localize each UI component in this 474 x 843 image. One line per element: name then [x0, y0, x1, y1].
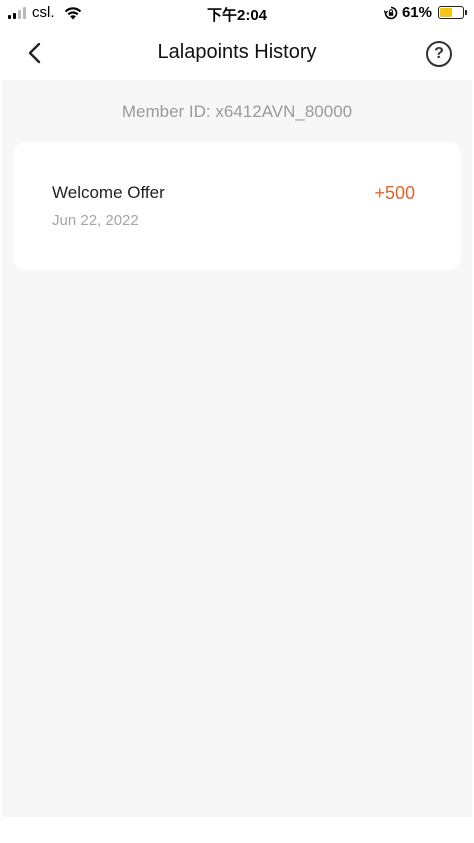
member-id: Member ID: x6412AVN_80000 — [121, 102, 353, 121]
nav-bar: Lalapoints History ? — [0, 26, 474, 80]
wifi-icon — [64, 6, 81, 19]
battery-percent: 61% — [401, 4, 432, 21]
screen: csl. 下午2:04 61% Lalapoints History ? Mem… — [0, 0, 474, 843]
question-mark-icon: ? — [434, 45, 444, 62]
orientation-lock-icon — [383, 6, 398, 19]
chevron-left-icon — [28, 42, 41, 64]
signal-icon — [8, 6, 26, 19]
status-left: csl. — [8, 4, 83, 21]
status-right: 61% — [383, 4, 467, 21]
history-content: Member ID: x6412AVN_80000 Welcome Offer … — [2, 80, 472, 817]
battery-fill — [440, 8, 452, 17]
history-item-title: Welcome Offer — [52, 183, 165, 202]
help-button[interactable]: ? — [426, 41, 452, 67]
history-item-points: +500 — [374, 183, 415, 203]
battery-icon — [438, 6, 467, 19]
carrier-name: csl. — [32, 4, 55, 21]
page-title: Lalapoints History — [157, 41, 317, 63]
back-button[interactable] — [20, 38, 50, 68]
status-bar: csl. 下午2:04 61% — [0, 0, 474, 26]
history-item-date: Jun 22, 2022 — [52, 212, 139, 229]
history-item[interactable]: Welcome Offer Jun 22, 2022 +500 — [13, 142, 461, 270]
